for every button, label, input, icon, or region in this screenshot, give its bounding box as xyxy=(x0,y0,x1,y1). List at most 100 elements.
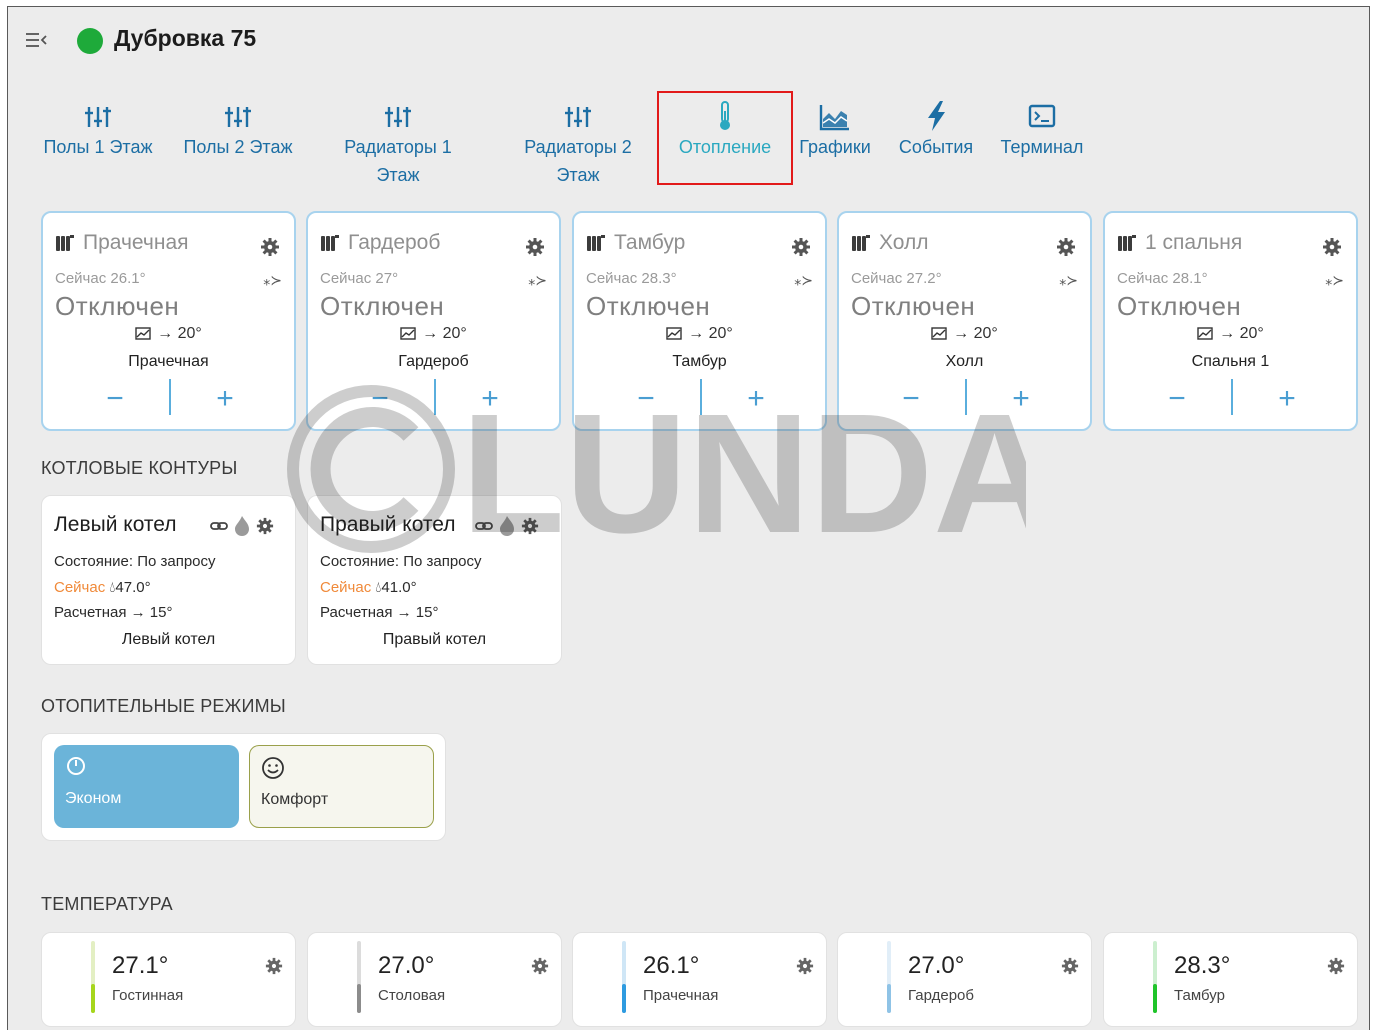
nav-tab-charts[interactable]: Графики xyxy=(796,99,874,161)
nav-tab-floors-2[interactable]: Полы 2 Этаж xyxy=(178,99,298,161)
settings-gear-icon[interactable] xyxy=(521,517,539,535)
app-window: Дубровка 75 Полы 1 Этаж Полы 2 Этаж Ради… xyxy=(7,6,1370,1030)
decrease-button[interactable]: − xyxy=(891,379,931,419)
schedule-chart-icon xyxy=(400,327,416,340)
nav-tab-radiators-2[interactable]: Радиаторы 2 Этаж xyxy=(513,99,643,189)
boiler-card[interactable]: Правый котел Состояние: По запросу Сейча… xyxy=(307,495,562,665)
temperature-card[interactable]: 26.1° Прачечная xyxy=(572,932,827,1027)
schedule-chart-icon xyxy=(135,327,151,340)
control-divider xyxy=(1231,379,1233,415)
radiator-icon xyxy=(321,235,339,251)
room-name: Тамбур xyxy=(672,353,727,370)
room-card[interactable]: Холл Сейчас 27.2° ⁎≻ Отключен → 20° Холл… xyxy=(837,211,1092,431)
boiler-now-label: Сейчас xyxy=(320,579,372,596)
mode-button-comfort[interactable]: Комфорт xyxy=(249,745,434,828)
nav-tab-radiators-1[interactable]: Радиаторы 1 Этаж xyxy=(333,99,463,189)
online-status-dot xyxy=(77,28,103,54)
heating-modes-panel: Эконом Комфорт xyxy=(41,733,446,841)
room-card-header: Гардероб xyxy=(320,231,440,255)
temperature-level-bar xyxy=(1153,941,1157,1013)
room-card[interactable]: Тамбур Сейчас 28.3° ⁎≻ Отключен → 20° Та… xyxy=(572,211,827,431)
decrease-button[interactable]: − xyxy=(95,379,135,419)
radiator-icon xyxy=(1118,235,1136,251)
boiler-calc-value: → 15° xyxy=(396,604,439,621)
settings-gear-icon[interactable] xyxy=(265,957,283,975)
decrease-button[interactable]: − xyxy=(1157,379,1197,419)
boiler-name: Правый котел xyxy=(382,631,487,648)
menu-collapse-icon[interactable] xyxy=(24,30,48,50)
room-title: Прачечная xyxy=(83,231,189,254)
nav-tab-label: Полы 2 Этаж xyxy=(183,137,293,157)
boiler-title: Левый котел xyxy=(54,513,177,536)
settings-gear-icon[interactable] xyxy=(791,237,811,257)
heating-state: Отключен xyxy=(851,291,976,321)
room-card[interactable]: Прачечная Сейчас 26.1° ⁎≻ Отключен → 20°… xyxy=(41,211,296,431)
settings-gear-icon[interactable] xyxy=(531,957,549,975)
room-card[interactable]: 1 спальня Сейчас 28.1° ⁎≻ Отключен → 20°… xyxy=(1103,211,1358,431)
increase-button[interactable]: + xyxy=(1267,379,1307,419)
temperature-card[interactable]: 27.0° Столовая xyxy=(307,932,562,1027)
increase-button[interactable]: + xyxy=(1001,379,1041,419)
nav-tab-events[interactable]: События xyxy=(892,99,980,161)
increase-button[interactable]: + xyxy=(736,379,776,419)
room-card-header: Прачечная xyxy=(55,231,189,255)
temperature-level-bar xyxy=(91,941,95,1013)
thermometer-icon xyxy=(720,101,730,130)
settings-gear-icon[interactable] xyxy=(260,237,280,257)
temperature-value: 26.1° xyxy=(643,952,700,979)
increase-button[interactable]: + xyxy=(470,379,510,419)
nav-tab-label: События xyxy=(898,137,974,157)
nav-tab-floors-1[interactable]: Полы 1 Этаж xyxy=(38,99,158,161)
sliders-icon xyxy=(225,107,251,127)
fan-icon: ⁎≻ xyxy=(263,272,282,288)
nav-tab-heating[interactable]: Отопление xyxy=(657,91,793,185)
nav-tab-terminal[interactable]: Терминал xyxy=(996,99,1088,161)
flame-icon xyxy=(500,516,514,536)
settings-gear-icon[interactable] xyxy=(1061,957,1079,975)
decrease-button[interactable]: − xyxy=(360,379,400,419)
control-divider xyxy=(965,379,967,415)
nav-tab-label: Радиаторы 1 Этаж xyxy=(344,137,452,185)
radiator-icon xyxy=(56,235,74,251)
boiler-state-value: По запросу xyxy=(137,553,216,570)
radiator-icon xyxy=(852,235,870,251)
boiler-card[interactable]: Левый котел Состояние: По запросу Сейчас… xyxy=(41,495,296,665)
target-temperature-value: → 20° xyxy=(157,325,202,342)
room-title: 1 спальня xyxy=(1145,231,1243,254)
temperature-level-fill xyxy=(887,984,891,1013)
area-chart-icon xyxy=(819,105,849,131)
current-temperature: Сейчас 27° xyxy=(320,270,399,287)
temperature-card[interactable]: 27.0° Гардероб xyxy=(837,932,1092,1027)
settings-gear-icon[interactable] xyxy=(1322,237,1342,257)
boiler-calc-value: → 15° xyxy=(130,604,173,621)
room-title: Тамбур xyxy=(614,231,686,254)
boiler-icons xyxy=(210,515,274,537)
settings-gear-icon[interactable] xyxy=(796,957,814,975)
decrease-button[interactable]: − xyxy=(626,379,666,419)
temperature-card[interactable]: 27.1° Гостинная xyxy=(41,932,296,1027)
increase-button[interactable]: + xyxy=(205,379,245,419)
sliders-icon xyxy=(85,107,111,127)
sensor-name: Гардероб xyxy=(908,987,974,1004)
temperature-level-bar xyxy=(357,941,361,1013)
temperature-card[interactable]: 28.3° Тамбур xyxy=(1103,932,1358,1027)
section-title-boilers: КОТЛОВЫЕ КОНТУРЫ xyxy=(41,458,238,478)
room-card[interactable]: Гардероб Сейчас 27° ⁎≻ Отключен → 20° Га… xyxy=(306,211,561,431)
settings-gear-icon[interactable] xyxy=(256,517,274,535)
mode-button-econom[interactable]: Эконом xyxy=(54,745,239,828)
boiler-now-value: 41.0° xyxy=(381,579,417,596)
heating-state: Отключен xyxy=(1117,291,1242,321)
heating-state: Отключен xyxy=(586,291,711,321)
settings-gear-icon[interactable] xyxy=(1327,957,1345,975)
settings-gear-icon[interactable] xyxy=(1056,237,1076,257)
settings-gear-icon[interactable] xyxy=(525,237,545,257)
fan-icon: ⁎≻ xyxy=(1059,272,1078,288)
section-title-modes: ОТОПИТЕЛЬНЫЕ РЕЖИМЫ xyxy=(41,696,286,716)
temperature-level-fill xyxy=(91,984,95,1013)
temperature-level-fill xyxy=(622,984,626,1013)
room-title: Гардероб xyxy=(348,231,441,254)
boiler-current: Сейчас 💧︎41.0° xyxy=(320,579,417,596)
temperature-value: 28.3° xyxy=(1174,952,1231,979)
boiler-calc-label: Расчетная xyxy=(54,604,127,621)
flame-icon xyxy=(235,516,249,536)
